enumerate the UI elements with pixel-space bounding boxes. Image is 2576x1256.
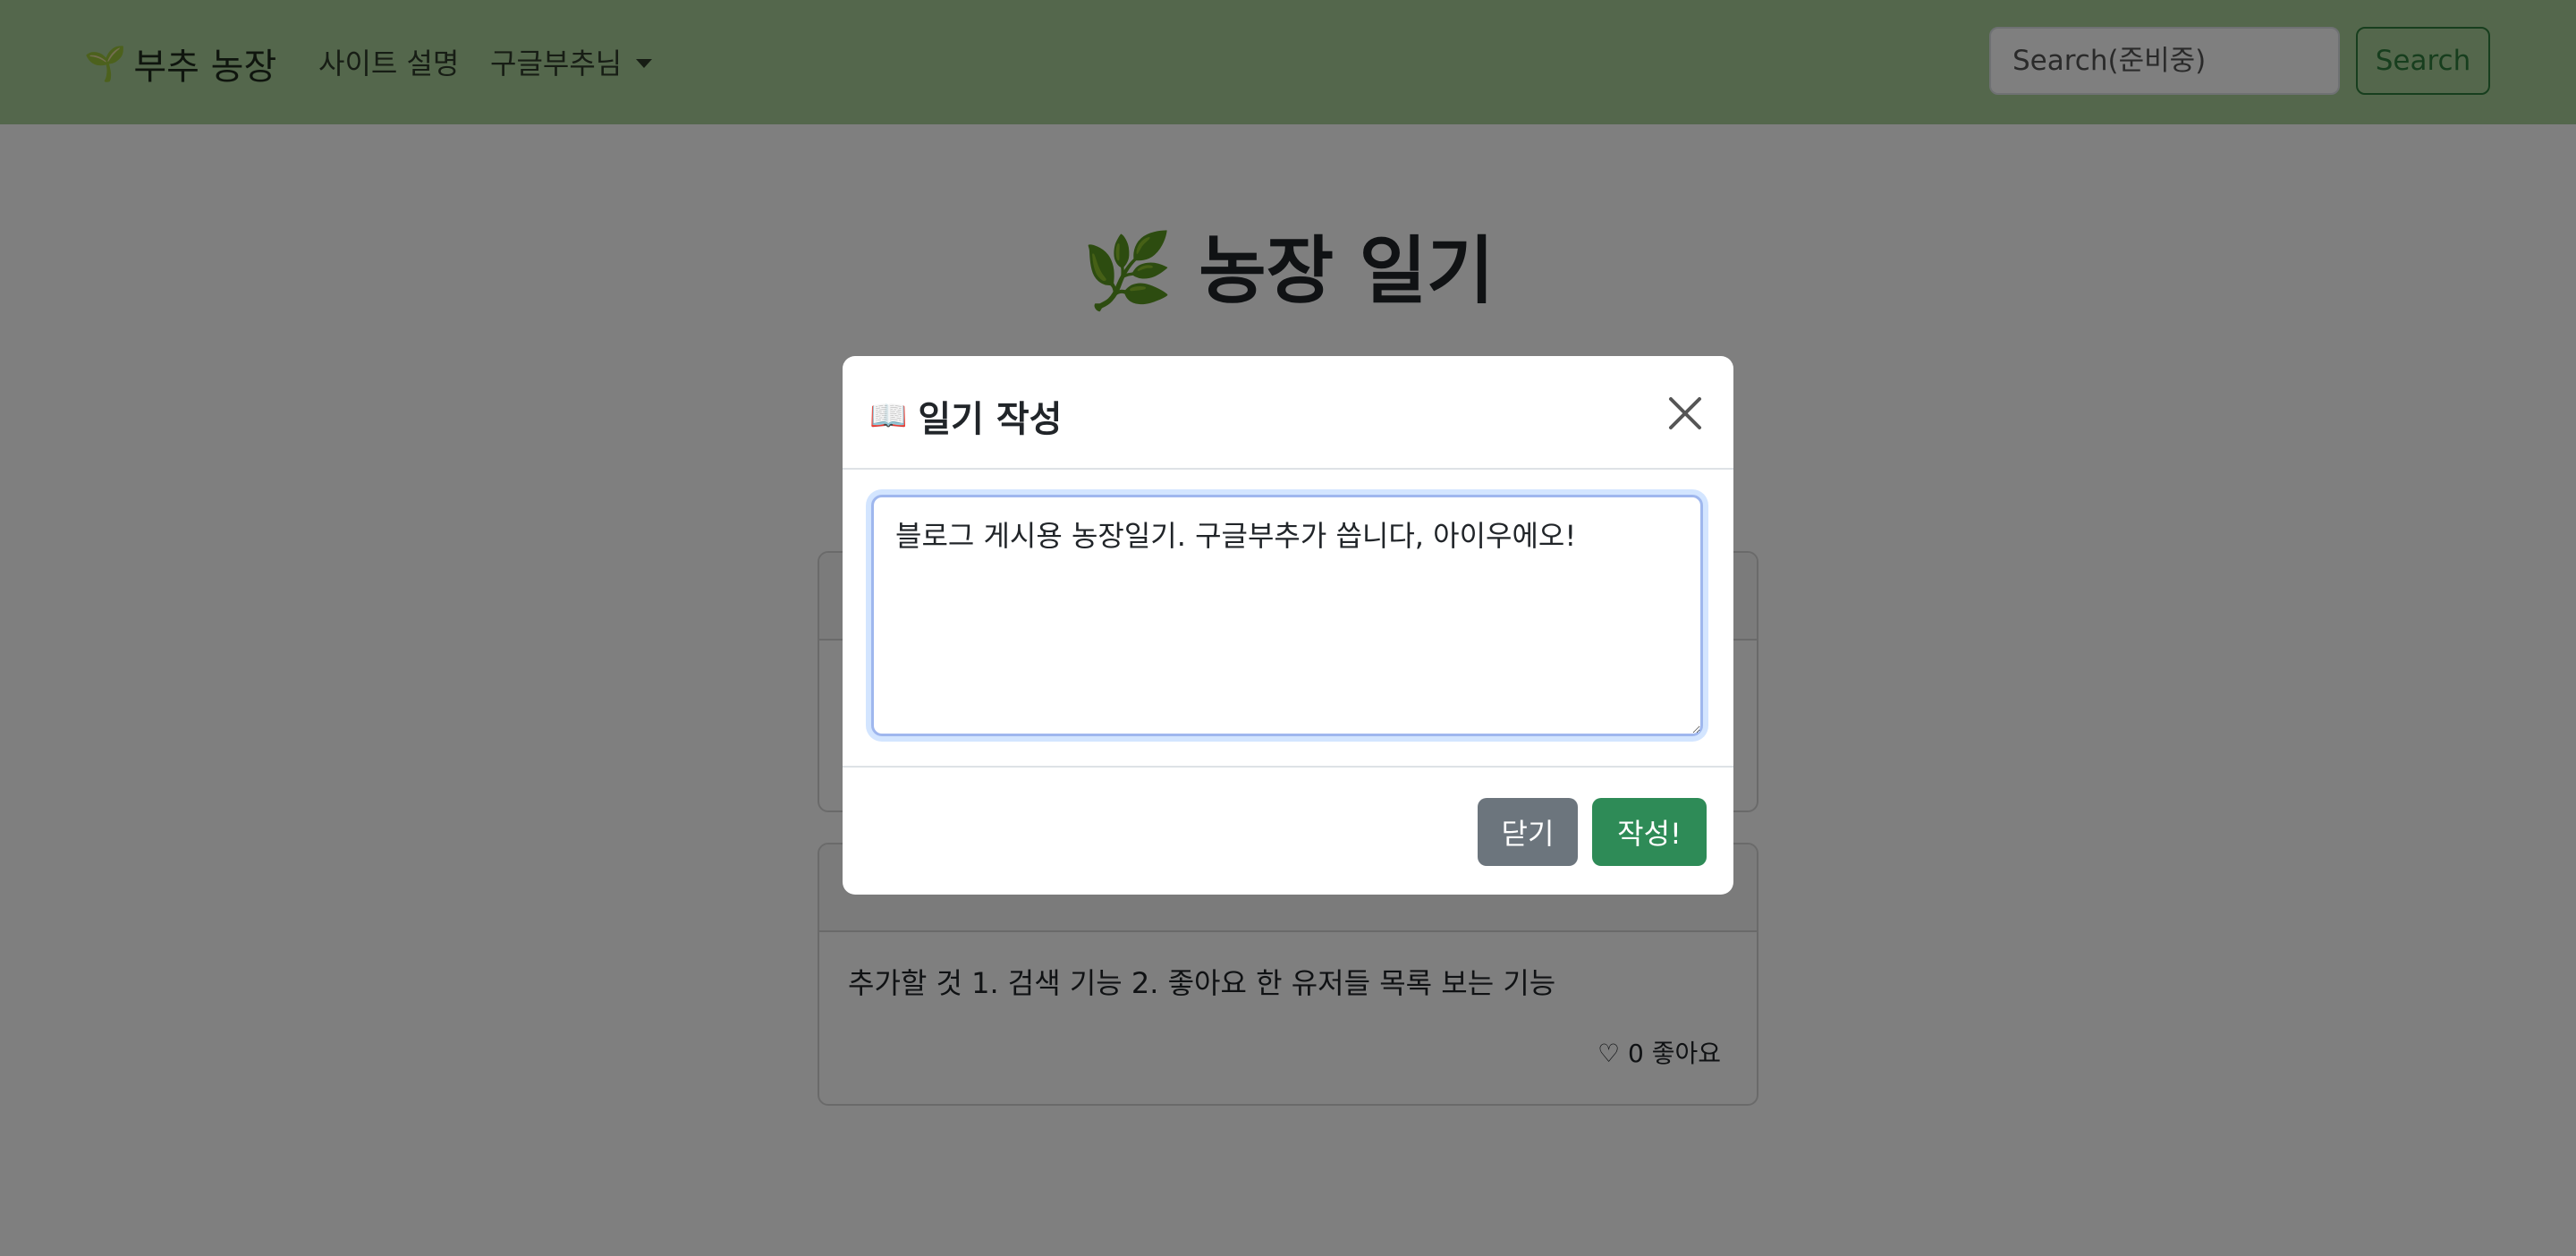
- close-x-shape: [1669, 397, 1701, 429]
- close-button[interactable]: 닫기: [1478, 798, 1578, 866]
- modal-title: 📖 일기 작성: [869, 390, 1062, 442]
- write-diary-modal: 📖 일기 작성 블로그 게시용 농장일기. 구글부추가 씁니다, 아이우에오! …: [843, 356, 1733, 895]
- submit-button[interactable]: 작성!: [1592, 798, 1707, 866]
- book-icon: 📖: [869, 398, 908, 434]
- modal-body: 블로그 게시용 농장일기. 구글부추가 씁니다, 아이우에오!: [843, 470, 1733, 736]
- modal-header: 📖 일기 작성: [843, 356, 1733, 470]
- diary-textarea[interactable]: 블로그 게시용 농장일기. 구글부추가 씁니다, 아이우에오!: [871, 495, 1703, 736]
- modal-title-text: 일기 작성: [918, 399, 1063, 440]
- modal-footer: 닫기 작성!: [843, 766, 1733, 895]
- close-icon[interactable]: [1665, 394, 1705, 433]
